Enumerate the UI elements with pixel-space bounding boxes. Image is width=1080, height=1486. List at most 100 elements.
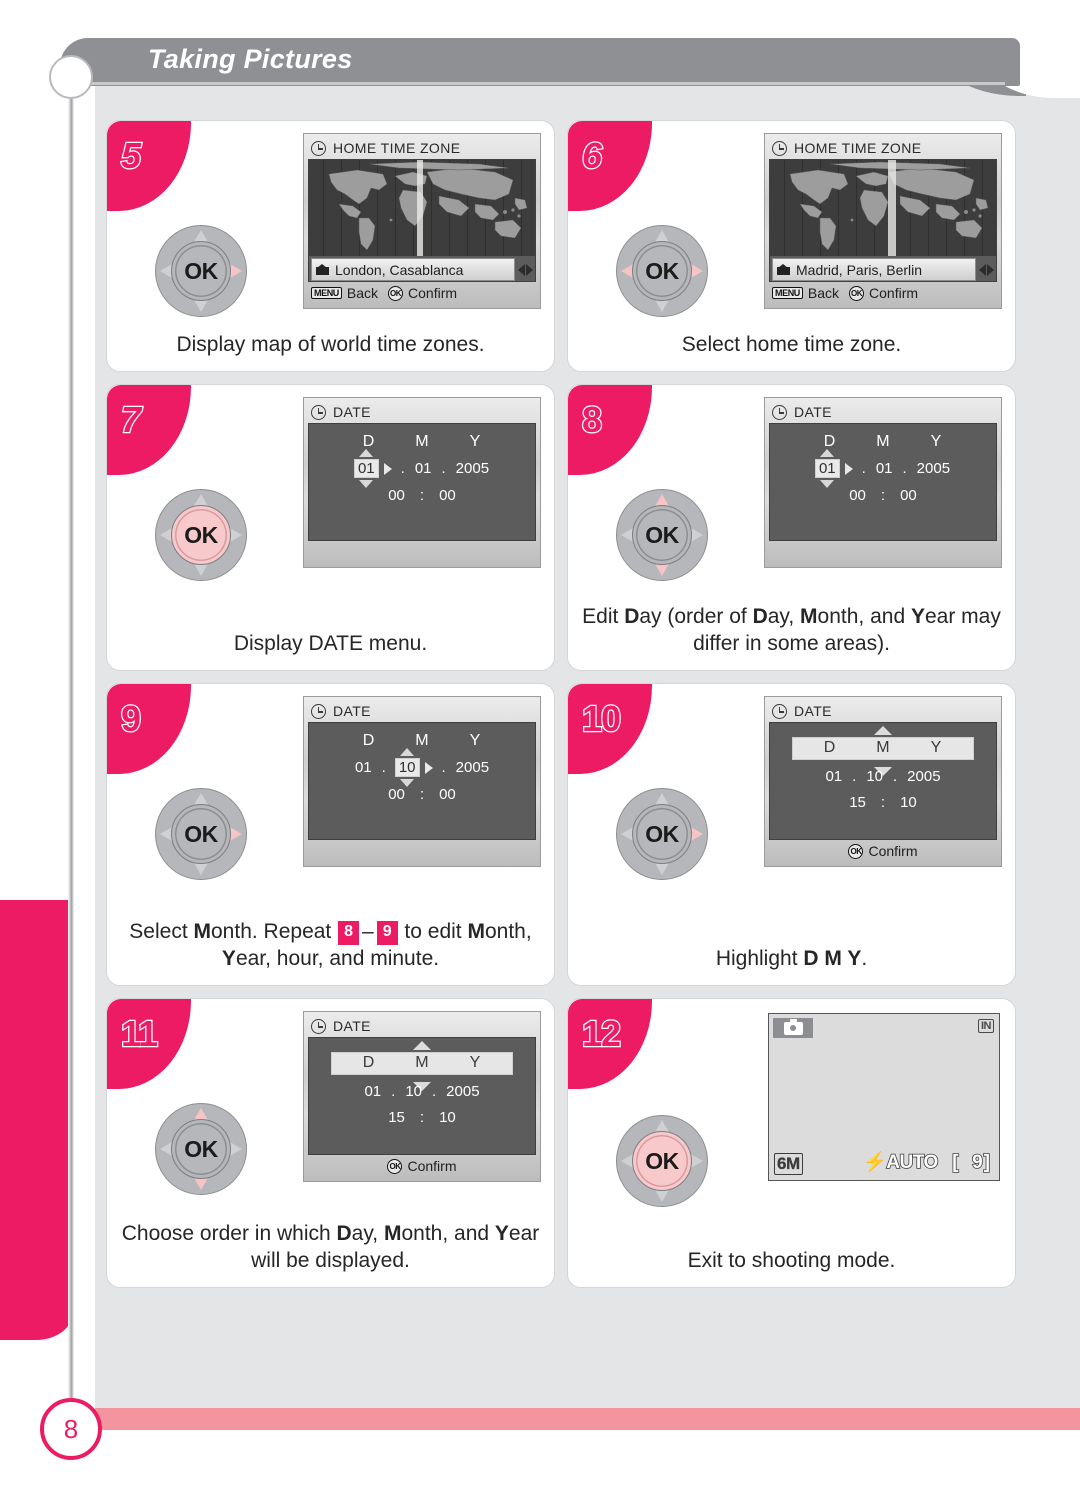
caption-text: onth, and	[401, 1222, 495, 1246]
inline-range-dash: –	[362, 920, 374, 944]
time-fields-row: 15 : 10	[770, 794, 996, 811]
footer-back[interactable]: MENU Back	[311, 285, 378, 301]
step-card-10: 10 OK DATE D M Y 01 . 10 . 2005 15: 10 …	[567, 683, 1016, 986]
hour-field[interactable]: 00	[848, 487, 867, 504]
month-field[interactable]: 01	[414, 460, 433, 477]
dmy-order-selected-row[interactable]: D M Y	[792, 737, 974, 760]
step-card-8: 8 OK DATE D M Y 01 . 01 . 2005 00: 00 E…	[567, 384, 1016, 671]
caption-text: onth, and	[817, 605, 911, 629]
hour-field[interactable]: 00	[387, 786, 406, 803]
lcd-title-bar: DATE	[308, 1015, 536, 1037]
footer-confirm[interactable]: OK Confirm	[387, 1158, 457, 1174]
pad-ok-button[interactable]: OK	[171, 1119, 231, 1179]
lcd-title-text: HOME TIME ZONE	[333, 140, 461, 156]
pad-ok-button[interactable]: OK	[632, 1131, 692, 1191]
day-field[interactable]: 01	[353, 449, 379, 488]
lcd-title-bar: DATE	[308, 700, 536, 722]
multi-selector-pad[interactable]: OK	[616, 225, 708, 317]
up-arrow-icon[interactable]	[820, 449, 835, 457]
month-field[interactable]: 10	[404, 1083, 423, 1100]
footer-back[interactable]: MENU Back	[772, 285, 839, 301]
date-separator: .	[861, 460, 866, 477]
time-zone-value[interactable]: London, Casablanca	[311, 258, 515, 281]
clock-icon	[772, 404, 787, 420]
up-arrow-icon[interactable]	[874, 726, 892, 735]
time-zone-selector-row[interactable]: London, Casablanca	[311, 258, 533, 281]
flash-bolt-icon: ⚡	[862, 1151, 887, 1174]
dmy-order-selected-row[interactable]: D M Y	[331, 1052, 513, 1075]
up-arrow-icon[interactable]	[359, 449, 374, 457]
hour-field[interactable]: 15	[848, 794, 867, 811]
lcd-title-text: DATE	[333, 703, 371, 719]
multi-selector-pad[interactable]: OK	[155, 788, 247, 880]
year-field[interactable]: 2005	[445, 1083, 480, 1100]
time-fields-row: 15 : 10	[309, 1109, 535, 1126]
footer-confirm-label: Confirm	[408, 285, 458, 301]
year-field[interactable]: 2005	[906, 768, 941, 785]
step-card-7: 7 OK DATE D M Y 01 . 01 . 2005 00: 00 D…	[106, 384, 555, 671]
pad-ok-button[interactable]: OK	[171, 804, 231, 864]
multi-selector-pad[interactable]: OK	[155, 1103, 247, 1195]
internal-memory-badge: IN	[978, 1019, 994, 1033]
pad-ok-button[interactable]: OK	[171, 241, 231, 301]
camera-lcd-screen: IN 6M ⚡AUTO [ 9]	[768, 1013, 1000, 1181]
dmy-header-row: D M Y	[770, 424, 996, 451]
year-field[interactable]: 2005	[916, 460, 951, 477]
month-field[interactable]: 01	[875, 460, 894, 477]
month-field[interactable]: 10	[394, 748, 420, 787]
step-caption: Choose order in which Day, Month, and Ye…	[119, 1221, 542, 1275]
day-field[interactable]: 01	[824, 768, 843, 785]
up-arrow-icon[interactable]	[413, 1041, 431, 1050]
day-field[interactable]: 01	[363, 1083, 382, 1100]
minute-field[interactable]: 10	[899, 794, 918, 811]
binder-rod	[68, 96, 74, 1406]
left-right-arrows-icon[interactable]	[518, 263, 533, 276]
down-arrow-icon[interactable]	[820, 480, 835, 488]
emphasis: M	[193, 920, 212, 944]
minute-field[interactable]: 00	[438, 786, 457, 803]
hour-field[interactable]: 15	[387, 1109, 406, 1126]
step-number: 8	[581, 398, 604, 442]
pad-ok-button[interactable]: OK	[632, 804, 692, 864]
hour-field[interactable]: 00	[387, 487, 406, 504]
day-field[interactable]: 01	[814, 449, 840, 488]
footer-confirm[interactable]: OK Confirm	[849, 285, 918, 301]
year-field[interactable]: 2005	[455, 759, 490, 776]
multi-selector-pad[interactable]: OK	[616, 788, 708, 880]
multi-selector-pad[interactable]: OK	[616, 1115, 708, 1207]
time-separator: :	[880, 487, 886, 504]
day-field[interactable]: 01	[354, 759, 373, 776]
side-tab: Choose a language and set the clock	[0, 900, 72, 1340]
time-zone-selector-row[interactable]: Madrid, Paris, Berlin	[772, 258, 994, 281]
multi-selector-pad[interactable]: OK	[616, 489, 708, 581]
down-arrow-icon[interactable]	[359, 480, 374, 488]
dmy-header-m: M	[415, 1054, 430, 1071]
footer-confirm[interactable]: OK Confirm	[848, 843, 918, 859]
step-card-11: 11 OK DATE D M Y 01 . 10 . 2005 15: 10 …	[106, 998, 555, 1288]
multi-selector-pad[interactable]: OK	[155, 489, 247, 581]
month-field[interactable]: 10	[865, 768, 884, 785]
lcd-title-bar: HOME TIME ZONE	[769, 137, 997, 159]
pad-ok-button[interactable]: OK	[632, 241, 692, 301]
pad-ok-button[interactable]: OK	[171, 505, 231, 565]
footer-confirm[interactable]: OK Confirm	[388, 285, 457, 301]
dmy-header-d: D	[362, 1054, 376, 1071]
up-arrow-icon[interactable]	[400, 748, 415, 756]
minute-field[interactable]: 10	[438, 1109, 457, 1126]
time-zone-value[interactable]: Madrid, Paris, Berlin	[772, 258, 976, 281]
date-separator: .	[391, 1083, 396, 1100]
pad-ok-button[interactable]: OK	[632, 505, 692, 565]
left-right-arrows-icon[interactable]	[979, 263, 994, 276]
year-field[interactable]: 2005	[455, 460, 490, 477]
footer-back-label: Back	[807, 285, 840, 301]
dmy-header-row: D M Y	[309, 723, 535, 750]
step-number: 6	[581, 134, 604, 178]
time-fields-row: 00 : 00	[770, 487, 996, 504]
time-fields-row: 00 : 00	[309, 487, 535, 504]
minute-field[interactable]: 00	[899, 487, 918, 504]
lcd-title-text: DATE	[794, 703, 832, 719]
multi-selector-pad[interactable]: OK	[155, 225, 247, 317]
minute-field[interactable]: 00	[438, 487, 457, 504]
time-zone-city-text: London, Casablanca	[335, 261, 464, 278]
lcd-title-bar: HOME TIME ZONE	[308, 137, 536, 159]
